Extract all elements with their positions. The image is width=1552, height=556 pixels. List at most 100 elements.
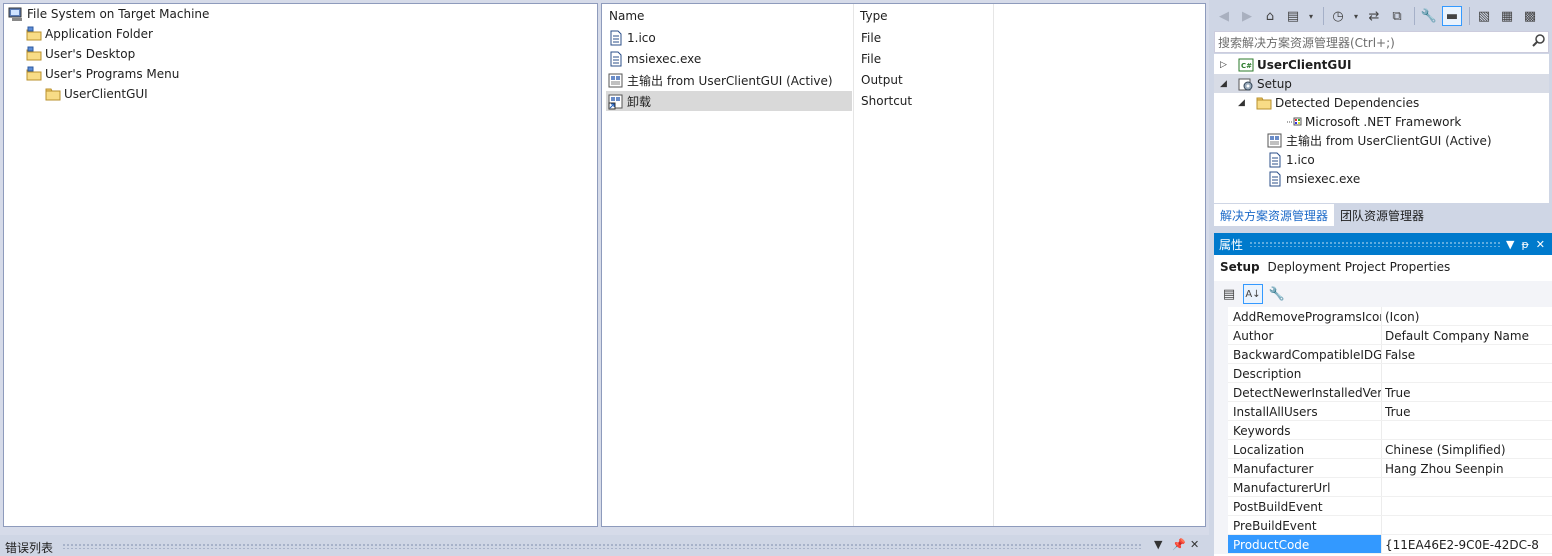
- property-name: Keywords: [1233, 424, 1291, 438]
- property-name: ProductCode: [1233, 538, 1310, 552]
- tree-item-users-programs-menu[interactable]: User's Programs Menu: [26, 64, 179, 84]
- file-icon: [608, 30, 624, 46]
- property-pages-icon[interactable]: 🔧: [1267, 284, 1287, 304]
- property-gutter: [1214, 497, 1228, 516]
- property-value[interactable]: Hang Zhou Seenpin: [1385, 462, 1545, 476]
- list-item[interactable]: 1.ico File: [606, 28, 1206, 48]
- property-gutter: [1214, 516, 1228, 535]
- list-item-type: Output: [861, 73, 903, 87]
- tree-root[interactable]: File System on Target Machine: [8, 4, 209, 24]
- solution-item-label: Microsoft .NET Framework: [1305, 114, 1462, 129]
- solution-item-userclientgui[interactable]: ▷ C# UserClientGUI: [1220, 55, 1351, 74]
- preview-icon[interactable]: ▬: [1442, 6, 1462, 26]
- list-item-type: File: [861, 31, 882, 45]
- collapse-all-icon[interactable]: ⧉: [1387, 6, 1407, 26]
- property-name: Localization: [1233, 443, 1305, 457]
- column-header-name[interactable]: Name: [609, 9, 644, 23]
- property-row[interactable]: Keywords: [1214, 421, 1552, 440]
- property-row[interactable]: Author Default Company Name: [1214, 326, 1552, 345]
- panel-grip: [62, 543, 1142, 549]
- property-gutter: [1214, 478, 1228, 497]
- home-icon[interactable]: ⌂: [1260, 6, 1280, 26]
- solution-item-msiexec[interactable]: msiexec.exe: [1267, 169, 1360, 188]
- file-system-editor-icon[interactable]: ▧: [1474, 6, 1494, 26]
- property-row[interactable]: AddRemoveProgramsIcon (Icon): [1214, 307, 1552, 326]
- property-value[interactable]: Chinese (Simplified): [1385, 443, 1545, 457]
- alphabetical-icon[interactable]: A↓: [1243, 284, 1263, 304]
- sync-icon[interactable]: ⇄: [1364, 6, 1384, 26]
- solution-item-dotnet-framework[interactable]: Microsoft .NET Framework: [1286, 112, 1461, 131]
- tab-solution-explorer[interactable]: 解决方案资源管理器: [1214, 204, 1335, 226]
- property-value[interactable]: Default Company Name: [1385, 329, 1545, 343]
- file-types-editor-icon[interactable]: ▩: [1520, 6, 1540, 26]
- dropdown-arrow-icon[interactable]: ▼: [1154, 538, 1162, 551]
- property-row[interactable]: DetectNewerInstalledVersion True: [1214, 383, 1552, 402]
- solution-item-primary-output[interactable]: 主输出 from UserClientGUI (Active): [1267, 131, 1492, 150]
- computer-icon: [8, 6, 24, 22]
- solution-tree[interactable]: ▷ C# UserClientGUI ◢ Setup ◢ Detected De…: [1214, 54, 1549, 203]
- right-tool-panels: ◀ ▶ ⌂ ▤ ▾ ◷ ▾ ⇄ ⧉ 🔧 ▬ ▧ ▦ ▩ 搜索解决方案资源管理器(…: [1209, 0, 1552, 556]
- property-row[interactable]: PreBuildEvent: [1214, 516, 1552, 535]
- tree-item-application-folder[interactable]: Application Folder: [26, 24, 153, 44]
- pin-icon[interactable]: 📌: [1172, 538, 1186, 551]
- property-gutter: [1214, 535, 1228, 554]
- registry-editor-icon[interactable]: ▦: [1497, 6, 1517, 26]
- property-row[interactable]: InstallAllUsers True: [1214, 402, 1552, 421]
- properties-panel: Setup Deployment Project Properties ▤ A↓…: [1214, 255, 1552, 556]
- solution-item-ico-file[interactable]: 1.ico: [1267, 150, 1315, 169]
- property-row[interactable]: BackwardCompatibleIDGeneration False: [1214, 345, 1552, 364]
- pending-changes-icon[interactable]: ◷: [1328, 6, 1348, 26]
- solution-item-setup-selected[interactable]: ◢ Setup: [1214, 74, 1549, 93]
- solution-search-input[interactable]: 搜索解决方案资源管理器(Ctrl+;): [1214, 31, 1549, 53]
- shortcut-icon: [608, 94, 624, 110]
- list-item[interactable]: 主输出 from UserClientGUI (Active) Output: [606, 70, 1206, 90]
- property-gutter: [1214, 383, 1228, 402]
- list-header: Name Type: [602, 4, 1205, 28]
- properties-object-header[interactable]: Setup Deployment Project Properties: [1220, 260, 1450, 274]
- switch-views-icon[interactable]: ▤: [1283, 6, 1303, 26]
- dropdown-arrow-icon[interactable]: ▾: [1306, 6, 1316, 26]
- expand-arrow-icon[interactable]: ▷: [1220, 60, 1232, 70]
- collapse-arrow-icon[interactable]: ◢: [1238, 98, 1250, 108]
- forward-icon[interactable]: ▶: [1237, 6, 1257, 26]
- pin-icon[interactable]: ᵽ: [1521, 238, 1528, 251]
- close-icon[interactable]: ✕: [1536, 238, 1545, 251]
- property-row[interactable]: Manufacturer Hang Zhou Seenpin: [1214, 459, 1552, 478]
- search-icon[interactable]: [1532, 34, 1546, 51]
- property-value[interactable]: False: [1385, 348, 1545, 362]
- property-value[interactable]: {11EA46E2-9C0E-42DC-8: [1385, 538, 1545, 552]
- property-gutter: [1214, 402, 1228, 421]
- property-name: ManufacturerUrl: [1233, 481, 1331, 495]
- property-row[interactable]: Description: [1214, 364, 1552, 383]
- tree-item-label: User's Desktop: [45, 47, 136, 61]
- tree-item-users-desktop[interactable]: User's Desktop: [26, 44, 135, 64]
- categorized-icon[interactable]: ▤: [1219, 284, 1239, 304]
- error-list-panel[interactable]: 错误列表 ▼ 📌 ✕: [0, 535, 1209, 556]
- tree-item-userclientgui[interactable]: UserClientGUI: [45, 84, 148, 104]
- collapse-arrow-icon[interactable]: ◢: [1220, 79, 1232, 89]
- list-item[interactable]: msiexec.exe File: [606, 49, 1206, 69]
- file-list-view[interactable]: Name Type 1.ico File msiexec.exe File 主输…: [601, 3, 1206, 527]
- column-header-type[interactable]: Type: [860, 9, 888, 23]
- solution-item-label: msiexec.exe: [1286, 171, 1361, 186]
- back-icon[interactable]: ◀: [1214, 6, 1234, 26]
- solution-item-label: Setup: [1257, 76, 1292, 91]
- properties-icon[interactable]: 🔧: [1419, 6, 1439, 26]
- list-item-name: 1.ico: [627, 31, 656, 45]
- property-name: Description: [1233, 367, 1302, 381]
- property-value[interactable]: True: [1385, 405, 1545, 419]
- property-row[interactable]: Localization Chinese (Simplified): [1214, 440, 1552, 459]
- property-row-selected[interactable]: ProductCode {11EA46E2-9C0E-42DC-8: [1214, 535, 1552, 554]
- close-icon[interactable]: ✕: [1190, 538, 1199, 551]
- dropdown-arrow-icon[interactable]: ▼: [1506, 238, 1514, 251]
- tab-team-explorer[interactable]: 团队资源管理器: [1334, 204, 1430, 226]
- property-row[interactable]: ManufacturerUrl: [1214, 478, 1552, 497]
- file-system-tree[interactable]: File System on Target Machine Applicatio…: [3, 3, 598, 527]
- list-item-name: msiexec.exe: [627, 52, 702, 66]
- dropdown-arrow-icon[interactable]: ▾: [1351, 6, 1361, 26]
- property-value[interactable]: True: [1385, 386, 1545, 400]
- list-item-selected[interactable]: 卸载 Shortcut: [606, 91, 1206, 111]
- solution-item-detected-dependencies[interactable]: ◢ Detected Dependencies: [1238, 93, 1419, 112]
- property-value[interactable]: (Icon): [1385, 310, 1545, 324]
- property-row[interactable]: PostBuildEvent: [1214, 497, 1552, 516]
